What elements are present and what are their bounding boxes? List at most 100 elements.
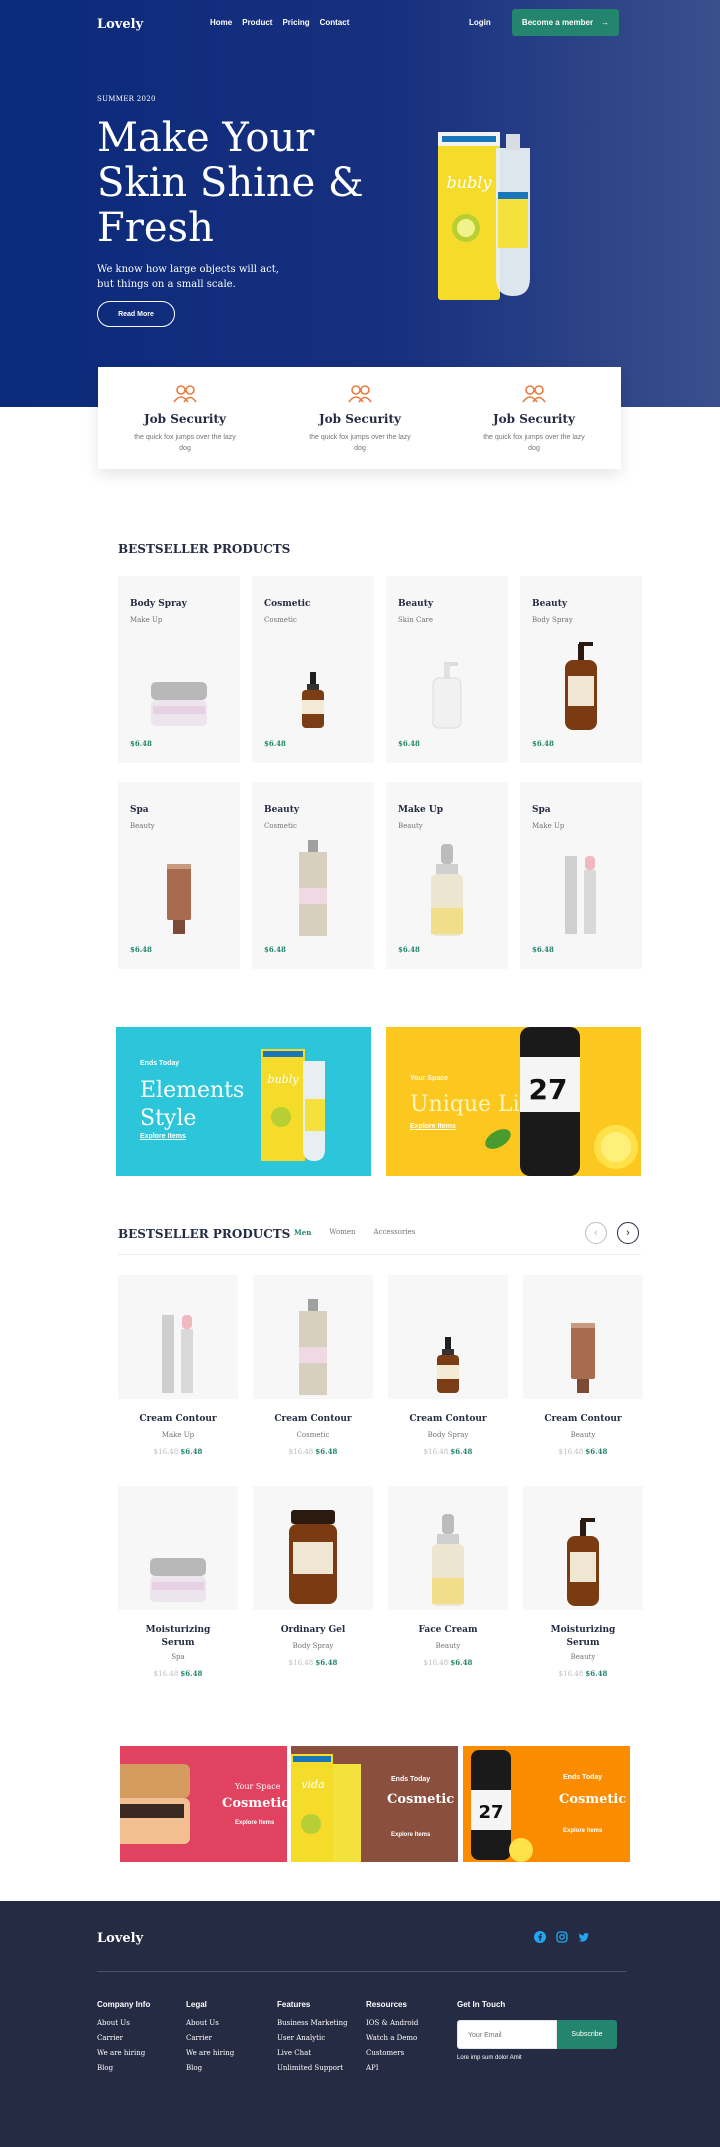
login-link[interactable]: Login <box>469 18 491 27</box>
tab-men[interactable]: Men <box>294 1228 311 1237</box>
product-list-item[interactable]: Moisturizing Serum Spa $16.48 $6.48 <box>118 1486 238 1686</box>
footer-link[interactable]: We are hiring <box>186 2046 234 2061</box>
explore-items-link[interactable]: Explore Items <box>563 1828 602 1834</box>
product-card[interactable]: Beauty Skin Care $6.48 <box>386 576 508 763</box>
product-card[interactable]: Beauty Cosmetic $6.48 <box>252 782 374 969</box>
email-input[interactable]: Your Email <box>457 2020 557 2049</box>
product-list-item[interactable]: Ordinary Gel Body Spray $16.48 $6.48 <box>253 1486 373 1686</box>
product-card[interactable]: Cosmetic Cosmetic $6.48 <box>252 576 374 763</box>
product-list-item[interactable]: Face Cream Beauty $16.48 $6.48 <box>388 1486 508 1686</box>
product-image <box>567 1518 599 1606</box>
product-image <box>437 1337 459 1393</box>
product-price: $6.48 <box>264 739 286 748</box>
product-card[interactable]: Spa Make Up $6.48 <box>520 782 642 969</box>
footer-column-title: Features <box>277 2000 311 2009</box>
svg-text:27: 27 <box>529 1073 568 1106</box>
promo-product-image: bubly <box>261 1049 325 1161</box>
promo-tag: Your Space <box>410 1075 448 1082</box>
sale-price: $6.48 <box>450 1658 473 1667</box>
product-name: Cream Contour <box>409 1414 487 1424</box>
footer-link[interactable]: Carrier <box>97 2031 150 2046</box>
footer-link[interactable]: About Us <box>186 2016 234 2031</box>
read-more-button[interactable]: Read More <box>97 301 175 327</box>
footer-column-title: Legal <box>186 2000 207 2009</box>
chevron-left-icon: ‹ <box>594 1227 598 1239</box>
next-button[interactable]: › <box>617 1222 639 1244</box>
footer-column: Company Info About Us Carrier We are hiring… <box>97 2000 150 2076</box>
product-list-item[interactable]: Cream Contour Body Spray $16.48 $6.48 <box>388 1275 508 1475</box>
product-name: Make Up <box>398 805 444 815</box>
sale-price: $6.48 <box>315 1658 338 1667</box>
svg-text:bubly: bubly <box>447 173 493 192</box>
banner-cosmetic-3[interactable]: 27 Ends Today Cosmetic Explore Items <box>463 1746 630 1862</box>
subscribe-button[interactable]: Subscribe <box>557 2020 617 2049</box>
product-card[interactable]: Make Up Beauty $6.48 <box>386 782 508 969</box>
footer-link[interactable]: IOS & Android <box>366 2016 418 2031</box>
product-prices: $16.48 $6.48 <box>388 1447 508 1456</box>
nav-contact[interactable]: Contact <box>320 18 350 27</box>
product-list-item[interactable]: Cream Contour Cosmetic $16.48 $6.48 <box>253 1275 373 1475</box>
product-category: Beauty <box>435 1642 461 1650</box>
product-card[interactable]: Body Spray Make Up $6.48 <box>118 576 240 763</box>
get-in-touch-note: Lore imp sum dolor Amit <box>457 2055 522 2061</box>
product-list-item[interactable]: Cream Contour Make Up $16.48 $6.48 <box>118 1275 238 1475</box>
explore-items-link[interactable]: Explore Items <box>391 1832 430 1838</box>
nav-home[interactable]: Home <box>210 18 232 27</box>
product-name: Cream Contour <box>274 1414 352 1424</box>
promo-elements-style[interactable]: Ends Today Elements Style Explore Items … <box>116 1027 371 1176</box>
product-category: Cosmetic <box>264 822 297 830</box>
product-image-box <box>388 1275 508 1399</box>
svg-text:bubly: bubly <box>268 1073 300 1086</box>
product-price: $6.48 <box>532 945 554 954</box>
product-price: $6.48 <box>264 945 286 954</box>
footer-column-title: Company Info <box>97 2000 151 2009</box>
footer-link[interactable]: We are hiring <box>97 2046 150 2061</box>
footer-link[interactable]: Unlimited Support <box>277 2061 348 2076</box>
product-name: Moisturizing Serum <box>550 1625 616 1648</box>
product-name: Cream Contour <box>544 1414 622 1424</box>
footer-link[interactable]: User Analytic <box>277 2031 348 2046</box>
product-list-item[interactable]: Cream Contour Beauty $16.48 $6.48 <box>523 1275 643 1475</box>
explore-items-link[interactable]: Explore Items <box>235 1820 274 1826</box>
promo-product-image: 27 <box>485 1027 638 1176</box>
footer-link[interactable]: Live Chat <box>277 2046 348 2061</box>
footer-logo[interactable]: Lovely <box>97 1931 143 1946</box>
promo-unique-life[interactable]: Your Space Unique Life Explore Items 27 <box>386 1027 641 1176</box>
product-category: Body Spray <box>427 1431 469 1439</box>
product-list-item[interactable]: Moisturizing Serum Beauty $16.48 $6.48 <box>523 1486 643 1686</box>
nav-product[interactable]: Product <box>242 18 272 27</box>
feature-item: Job Security the quick fox jumps over th… <box>273 367 447 454</box>
nav-pricing[interactable]: Pricing <box>282 18 309 27</box>
users-icon <box>173 385 197 403</box>
footer-link[interactable]: Watch a Demo <box>366 2031 418 2046</box>
instagram-icon[interactable] <box>556 1931 568 1943</box>
footer-link[interactable]: Blog <box>97 2061 150 2076</box>
feature-title: Job Security <box>493 412 575 426</box>
footer-link[interactable]: Blog <box>186 2061 234 2076</box>
feature-title: Job Security <box>144 412 226 426</box>
feature-title: Job Security <box>319 412 401 426</box>
footer-link[interactable]: About Us <box>97 2016 150 2031</box>
prev-button[interactable]: ‹ <box>585 1222 607 1244</box>
explore-items-link[interactable]: Explore Items <box>140 1133 186 1140</box>
become-member-button[interactable]: Become a member → <box>512 9 619 36</box>
footer-link[interactable]: Carrier <box>186 2031 234 2046</box>
footer-link[interactable]: Business Marketing <box>277 2016 348 2031</box>
footer-link[interactable]: Customers <box>366 2046 418 2061</box>
explore-items-link[interactable]: Explore Items <box>410 1123 456 1130</box>
facebook-icon[interactable] <box>534 1931 546 1943</box>
social-links <box>534 1931 590 1943</box>
tab-accessories[interactable]: Accessories <box>374 1228 416 1237</box>
old-price: $16.48 <box>153 1448 179 1456</box>
product-card[interactable]: Beauty Body Spray $6.48 <box>520 576 642 763</box>
footer-link[interactable]: API <box>366 2061 418 2076</box>
product-card[interactable]: Spa Beauty $6.48 <box>118 782 240 969</box>
banner-cosmetic-1[interactable]: Your Space Cosmetic Explore Items <box>120 1746 287 1862</box>
product-name: Spa <box>130 805 149 815</box>
tab-women[interactable]: Women <box>329 1228 355 1237</box>
product-image <box>289 1510 337 1604</box>
brand-logo[interactable]: Lovely <box>97 17 143 32</box>
users-icon <box>522 385 546 403</box>
banner-cosmetic-2[interactable]: vida Ends Today Cosmetic Explore Items <box>291 1746 458 1862</box>
twitter-icon[interactable] <box>578 1931 590 1943</box>
